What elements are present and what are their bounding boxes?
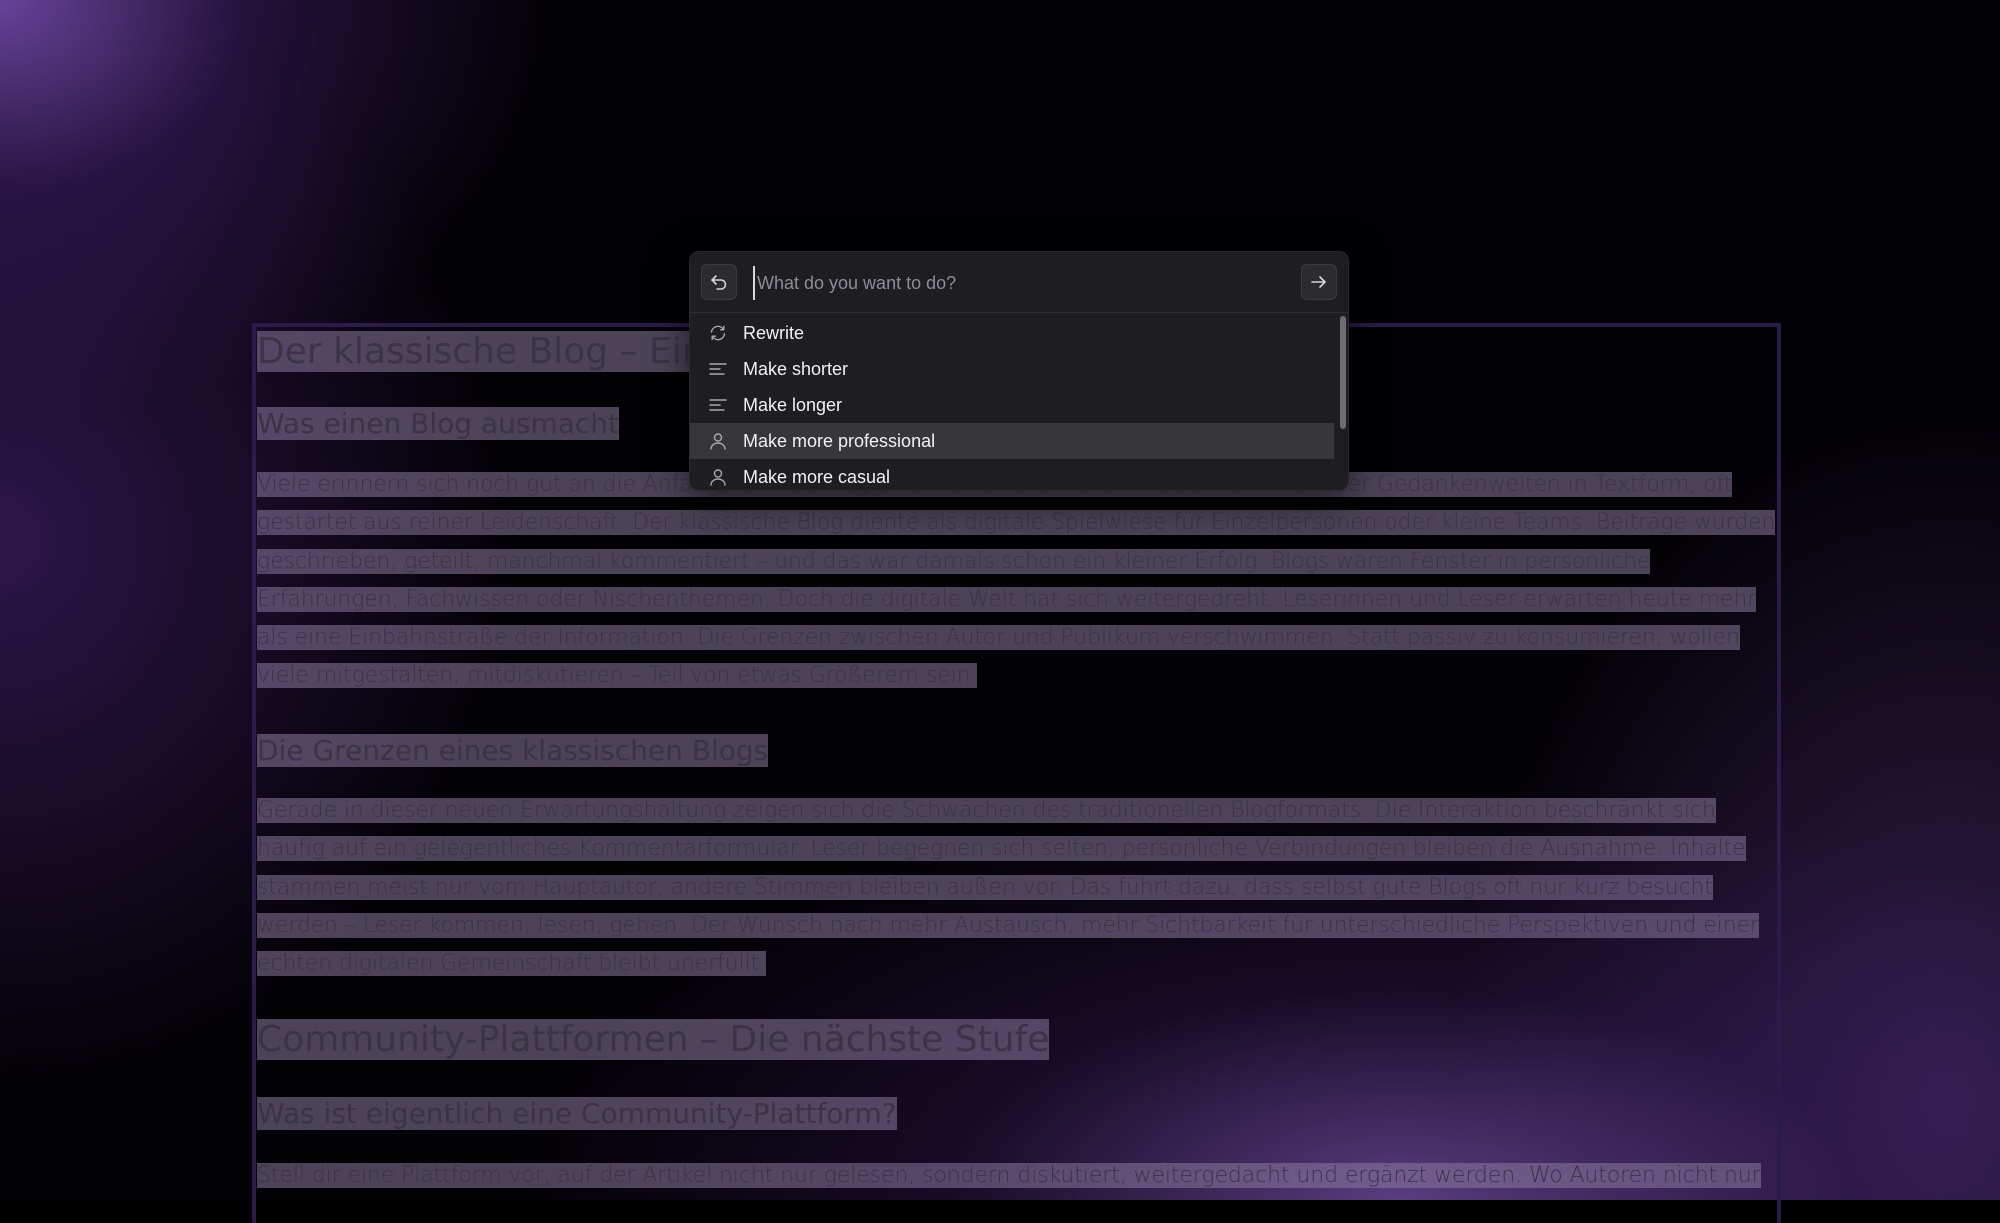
command-item-make-more-casual[interactable]: Make more casual [690,459,1334,490]
scrollbar-thumb[interactable] [1340,316,1346,429]
heading-community[interactable]: Community-Plattformen – Die nächste Stuf… [257,1017,1050,1063]
back-button[interactable] [701,264,737,300]
command-item-make-shorter[interactable]: Make shorter [690,351,1334,387]
palette-header [690,252,1348,313]
person-icon [710,469,726,486]
lines-long-icon [709,399,727,411]
undo-arrow-icon [711,275,727,290]
heading-was-einen-blog[interactable]: Was einen Blog ausmacht [257,405,620,443]
paragraph-community[interactable]: Stell dir eine Plattform vor, auf der Ar… [257,1157,1777,1195]
heading-grenzen[interactable]: Die Grenzen eines klassischen Blogs [257,732,769,770]
submit-button[interactable] [1301,264,1337,300]
heading-community-platform[interactable]: Was ist eigentlich eine Community-Plattf… [257,1095,897,1133]
refresh-icon [710,325,726,341]
arrow-right-icon [1311,276,1326,288]
command-item-make-longer[interactable]: Make longer [690,387,1334,423]
command-input[interactable] [753,266,1279,300]
command-item-rewrite[interactable]: Rewrite [690,315,1334,351]
lines-short-icon [709,363,727,375]
heading-blog-title[interactable]: Der klassische Blog – Einst [257,329,738,375]
paragraph-intro[interactable]: Viele erinnern sich noch gut an die Anfa… [257,466,1777,696]
command-list: Rewrite Make shorter Make longer Make mo… [690,313,1334,490]
paragraph-grenzen[interactable]: Gerade in dieser neuen Erwartungshaltung… [257,792,1777,983]
ai-command-palette: Rewrite Make shorter Make longer Make mo… [689,251,1349,491]
command-item-make-more-professional[interactable]: Make more professional [690,423,1334,459]
person-icon [710,433,726,450]
